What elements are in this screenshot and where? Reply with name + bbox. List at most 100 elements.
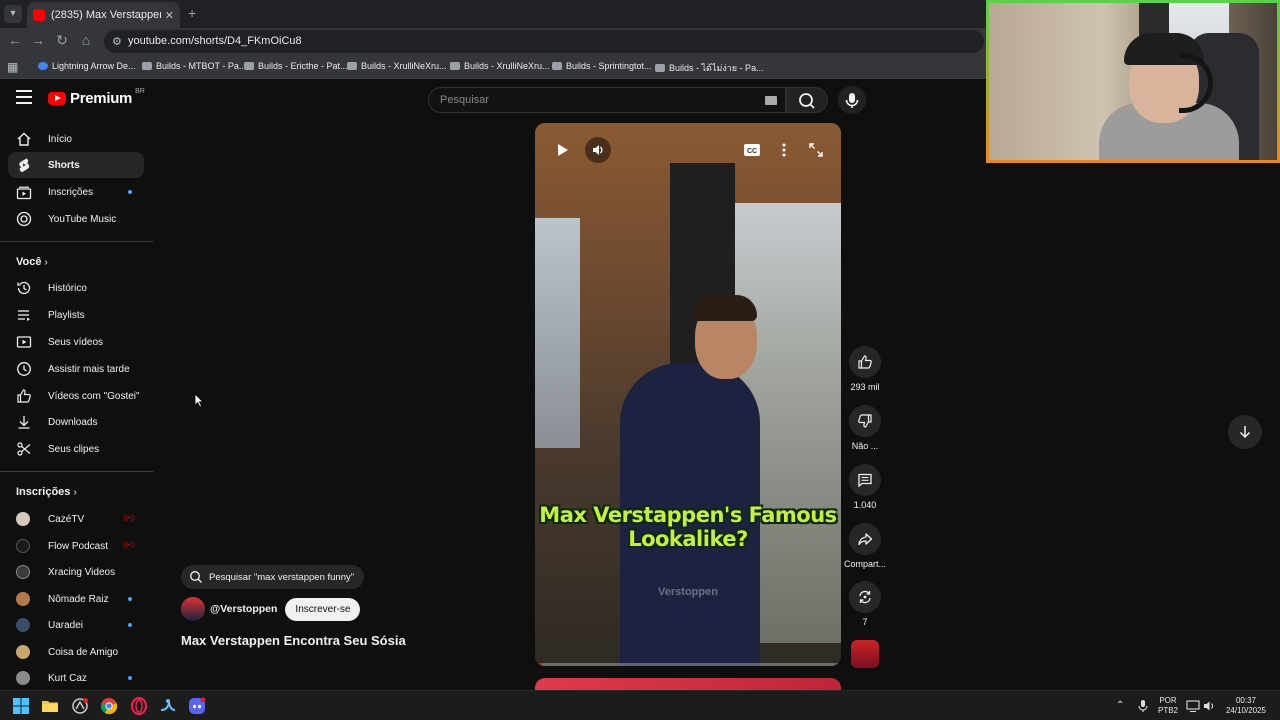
volume-tray-icon[interactable] bbox=[1200, 697, 1218, 715]
subscription-item[interactable]: Uaradei bbox=[8, 612, 144, 638]
channel-name[interactable]: @Verstoppen bbox=[210, 603, 277, 615]
bookmark-item[interactable]: Builds - XrulliNeXru... bbox=[450, 61, 550, 71]
sidebar: Início Shorts Inscrições YouTube Music V… bbox=[0, 125, 155, 690]
sidebar-item-downloads[interactable]: Downloads bbox=[8, 409, 144, 435]
subscription-item[interactable]: Kurt Caz bbox=[8, 665, 144, 691]
bookmark-item[interactable]: Builds - MTBOT - Pa... bbox=[142, 61, 246, 71]
captions-button[interactable]: CC bbox=[739, 137, 765, 163]
tab-search-button[interactable]: ▾ bbox=[4, 5, 22, 23]
section-inscricoes[interactable]: Inscrições › bbox=[16, 486, 77, 498]
volume-button[interactable] bbox=[585, 137, 611, 163]
sidebar-item-seus-videos[interactable]: Seus vídeos bbox=[8, 329, 144, 355]
arrow-down-icon bbox=[1239, 426, 1251, 439]
windows-start-icon[interactable] bbox=[12, 697, 30, 715]
bookmark-favicon-icon bbox=[38, 62, 48, 70]
sidebar-item-shorts[interactable]: Shorts bbox=[8, 152, 144, 178]
share-button[interactable] bbox=[849, 523, 881, 555]
subscription-item[interactable]: CazéTV ((•)) bbox=[8, 506, 144, 532]
fullscreen-button[interactable] bbox=[803, 137, 829, 163]
home-icon bbox=[16, 131, 32, 147]
forward-icon[interactable]: → bbox=[29, 32, 47, 48]
chrome-icon[interactable] bbox=[100, 697, 118, 715]
steam-icon[interactable] bbox=[159, 697, 177, 715]
more-vertical-icon bbox=[782, 143, 786, 157]
next-short-preview[interactable] bbox=[535, 678, 841, 690]
search-input[interactable]: Pesquisar bbox=[428, 87, 786, 113]
video-progress-bar[interactable] bbox=[535, 663, 841, 666]
remix-button[interactable] bbox=[849, 581, 881, 613]
microphone-tray-icon[interactable] bbox=[1134, 697, 1152, 715]
remix-count: 7 bbox=[862, 617, 868, 627]
sidebar-item-videos-gostei[interactable]: Vídeos com "Gostei" bbox=[8, 383, 144, 409]
like-count: 293 mil bbox=[850, 382, 880, 392]
download-icon bbox=[16, 414, 32, 430]
sidebar-item-inicio[interactable]: Início bbox=[8, 126, 144, 152]
new-tab-button[interactable]: + bbox=[188, 5, 196, 21]
back-icon[interactable]: ← bbox=[6, 32, 24, 48]
tray-chevron-up-icon[interactable]: ⌃ bbox=[1116, 701, 1124, 711]
home-page-icon[interactable]: ⌂ bbox=[77, 32, 95, 48]
channel-avatar[interactable] bbox=[181, 597, 205, 621]
subscription-item[interactable]: Flow Podcast ((•)) bbox=[8, 533, 144, 559]
youtube-premium-logo[interactable]: Premium BR bbox=[48, 88, 145, 107]
comments-button[interactable] bbox=[849, 464, 881, 496]
sidebar-item-playlists[interactable]: Playlists bbox=[8, 302, 144, 328]
subscription-item[interactable]: Xracing Videos bbox=[8, 559, 144, 585]
sidebar-item-historico[interactable]: Histórico bbox=[8, 275, 144, 301]
clock[interactable]: 00:37 24/10/2025 bbox=[1220, 696, 1272, 716]
related-search-chip[interactable]: Pesquisar "max verstappen funny" bbox=[181, 565, 365, 589]
hamburger-menu-icon[interactable] bbox=[16, 90, 32, 104]
app-icon[interactable] bbox=[71, 697, 89, 715]
new-content-dot bbox=[128, 623, 132, 627]
shorts-video-player[interactable]: Max Verstappen's Famous Lookalike? Verst… bbox=[535, 123, 841, 666]
file-explorer-icon[interactable] bbox=[41, 697, 59, 715]
apps-grid-icon[interactable]: ▦ bbox=[7, 60, 18, 74]
share-icon bbox=[858, 533, 873, 546]
section-voce[interactable]: Você › bbox=[16, 256, 48, 268]
youtube-play-logo-icon bbox=[48, 92, 66, 105]
discord-icon[interactable] bbox=[188, 697, 206, 715]
bookmark-item[interactable]: Lightning Arrow De... bbox=[38, 61, 136, 71]
comment-count: 1.040 bbox=[853, 500, 877, 510]
sidebar-item-assistir-mais-tarde[interactable]: Assistir mais tarde bbox=[8, 356, 144, 382]
bookmark-item[interactable]: Builds - XrulliNeXru... bbox=[347, 61, 447, 71]
chevron-right-icon: › bbox=[44, 257, 48, 268]
search-button[interactable] bbox=[786, 87, 828, 113]
like-button[interactable] bbox=[849, 346, 881, 378]
short-title[interactable]: Max Verstappen Encontra Seu Sósia bbox=[181, 633, 406, 648]
sidebar-item-seus-clipes[interactable]: Seus clipes bbox=[8, 436, 144, 462]
remix-icon bbox=[859, 590, 871, 604]
channel-avatar bbox=[16, 671, 30, 685]
play-icon bbox=[558, 144, 568, 156]
sidebar-item-inscricoes[interactable]: Inscrições bbox=[8, 179, 144, 205]
thumbs-up-icon bbox=[858, 355, 872, 369]
subscribe-button[interactable]: Inscrever-se bbox=[285, 597, 361, 621]
site-info-icon[interactable]: ⚙ bbox=[112, 35, 122, 48]
sidebar-item-youtube-music[interactable]: YouTube Music bbox=[8, 206, 144, 232]
play-button[interactable] bbox=[549, 137, 575, 163]
mouse-cursor-icon bbox=[194, 393, 204, 413]
address-bar[interactable]: ⚙ youtube.com/shorts/D4_FKmOiCu8 bbox=[104, 30, 984, 53]
bookmark-item[interactable]: Builds - Ericthe - Pat... bbox=[244, 61, 348, 71]
next-short-button[interactable] bbox=[1228, 415, 1262, 449]
voice-search-button[interactable] bbox=[838, 86, 866, 114]
subscription-item[interactable]: Coisa de Amigo bbox=[8, 639, 144, 665]
tab-close-icon[interactable]: ✕ bbox=[165, 9, 174, 22]
music-icon bbox=[16, 211, 32, 227]
clock-date: 24/10/2025 bbox=[1225, 706, 1267, 715]
reload-icon[interactable]: ↻ bbox=[53, 32, 71, 49]
subscription-item[interactable]: Nômade Raiz bbox=[8, 586, 144, 612]
keyboard-icon[interactable] bbox=[765, 96, 777, 105]
channel-thumbnail[interactable] bbox=[851, 640, 879, 668]
shorts-icon bbox=[16, 157, 32, 173]
bookmark-item[interactable]: Builds - ได้ไม่ง่าย - Pa... bbox=[655, 61, 764, 75]
dislike-button[interactable] bbox=[849, 405, 881, 437]
browser-tab-active[interactable]: (2835) Max Verstappen Finds H ✕ bbox=[27, 2, 180, 28]
more-options-button[interactable] bbox=[771, 137, 797, 163]
language-indicator[interactable]: POR PTB2 bbox=[1156, 696, 1180, 716]
dislike-label: Não ... bbox=[851, 441, 879, 451]
youtube-favicon-icon bbox=[33, 9, 45, 21]
bookmark-favicon-icon bbox=[347, 62, 357, 70]
opera-gx-icon[interactable] bbox=[130, 697, 148, 715]
bookmark-item[interactable]: Builds - Sprintingtot... bbox=[552, 61, 652, 71]
